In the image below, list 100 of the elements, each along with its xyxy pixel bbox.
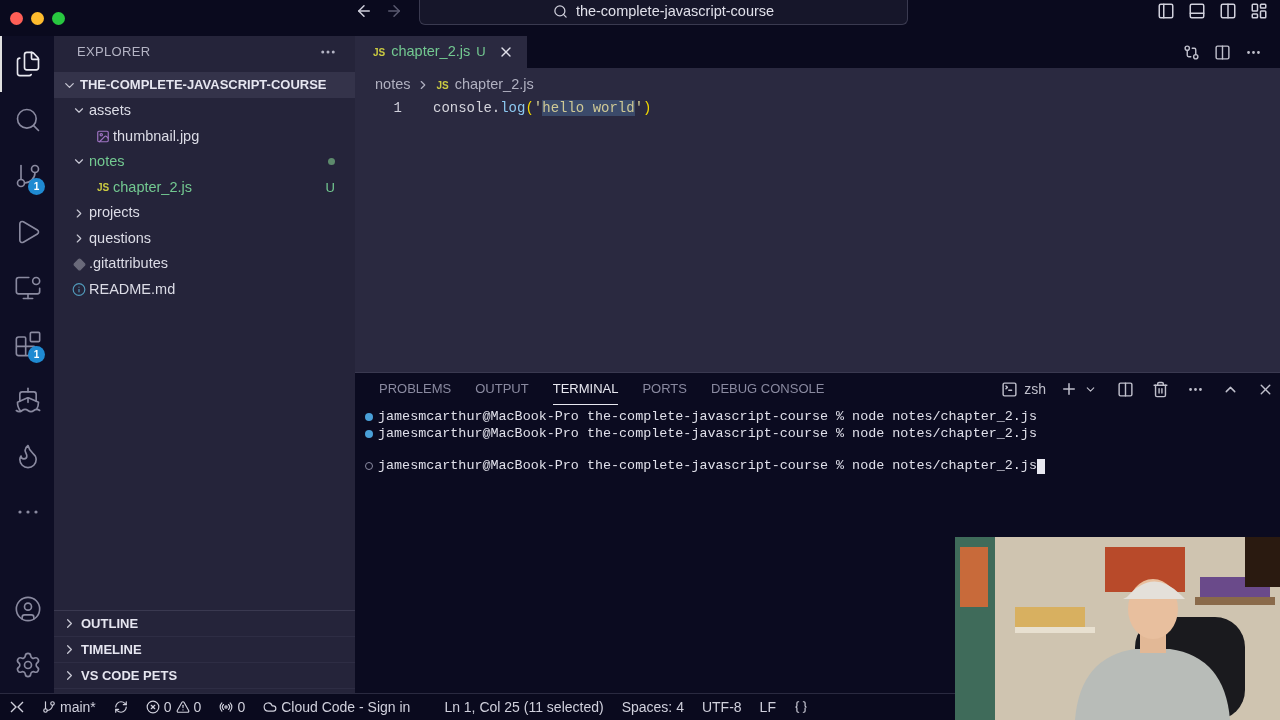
toggle-sidebar-icon[interactable] — [1157, 2, 1175, 20]
image-file-icon — [96, 128, 110, 144]
file-name: .gitattributes — [89, 254, 168, 274]
branch-icon — [42, 700, 56, 714]
maximize-window-button[interactable] — [52, 11, 65, 25]
file-row[interactable]: .gitattributes — [54, 251, 355, 278]
tab-label: chapter_2.js — [391, 42, 471, 62]
terminal-icon — [1001, 380, 1019, 398]
error-count: 0 — [163, 697, 172, 717]
line-number: 1 — [392, 99, 402, 118]
panel-tab[interactable]: OUTPUT — [475, 373, 529, 405]
terminal-shell-tab[interactable]: zsh — [1001, 378, 1046, 400]
breadcrumb-item[interactable]: chapter_2.js — [454, 74, 534, 96]
settings-icon — [14, 651, 42, 679]
folder-name: assets — [89, 100, 131, 120]
editor-tab[interactable]: JS chapter_2.js U — [355, 36, 527, 68]
sidebar-title: EXPLORER — [77, 43, 151, 62]
folder-name: notes — [89, 152, 125, 172]
sync-icon[interactable] — [113, 700, 128, 714]
panel-tab[interactable]: PROBLEMS — [379, 373, 452, 405]
notification-badge: 1 — [28, 346, 45, 363]
folder-name: questions — [89, 228, 152, 248]
folder-name: projects — [89, 203, 140, 223]
breadcrumb-item[interactable]: notes — [375, 74, 411, 96]
toggle-secondary-sidebar-icon[interactable] — [1219, 2, 1237, 20]
minimize-window-button[interactable] — [31, 11, 44, 25]
file-row[interactable]: JS chapter_2.js U — [54, 174, 355, 201]
error-icon — [145, 700, 160, 714]
remote-icon[interactable] — [10, 700, 24, 714]
cloud-status[interactable]: Cloud Code - Sign in — [263, 696, 411, 718]
info-file-icon — [72, 282, 86, 298]
braces-icon[interactable] — [793, 700, 808, 714]
terminal-line: jamesmcarthur@MacBook-Pro the-complete-javascript-course % node notes/chapter_2.js — [378, 457, 1037, 476]
warning-icon — [175, 700, 190, 714]
code-line: console.log('hello world') — [433, 99, 652, 118]
account-icon — [14, 595, 42, 623]
shell-name: zsh — [1024, 379, 1046, 399]
activity-item[interactable]: 1 — [0, 148, 54, 204]
js-file-icon: JS — [96, 180, 110, 196]
remote-monitor-icon — [14, 274, 42, 302]
git-status: U — [325, 178, 335, 197]
broadcast-icon — [219, 700, 234, 714]
ship-icon — [14, 386, 42, 414]
forward-arrow-icon[interactable] — [385, 2, 403, 20]
file-name: thumbnail.jpg — [113, 126, 200, 146]
branch-status[interactable]: main* — [42, 696, 96, 718]
sidebar-section-header[interactable]: VS CODE PETS — [54, 663, 355, 689]
workspace-root-row[interactable]: THE-COMPLETE-JAVASCRIPT-COURSE — [54, 72, 355, 98]
panel-tab[interactable]: PORTS — [642, 373, 687, 405]
folder-row[interactable]: assets — [54, 98, 355, 124]
cloud-icon — [263, 700, 278, 714]
js-file-icon: JS — [436, 77, 449, 93]
status-item[interactable]: LF — [759, 696, 776, 718]
toggle-panel-icon[interactable] — [1188, 2, 1206, 20]
search-icon — [14, 106, 42, 134]
search-icon — [552, 4, 568, 19]
warning-count: 0 — [193, 697, 202, 717]
js-file-icon: JS — [373, 44, 386, 60]
compare-changes-icon[interactable] — [1183, 43, 1200, 61]
close-window-button[interactable] — [10, 11, 23, 25]
window-title: the-complete-javascript-course — [575, 1, 775, 21]
status-item[interactable]: Spaces: 4 — [621, 696, 684, 718]
status-item[interactable]: UTF-8 — [701, 696, 742, 718]
git-status: U — [476, 43, 486, 62]
file-name: chapter_2.js — [113, 177, 192, 197]
more-icon — [18, 510, 38, 514]
section-title: TIMELINE — [81, 640, 142, 659]
new-terminal-icon[interactable] — [1060, 380, 1078, 398]
status-item[interactable]: Ln 1, Col 25 (11 selected) — [444, 696, 604, 718]
source-control-icon — [14, 162, 42, 190]
file-row[interactable]: README.md — [54, 277, 355, 303]
terminal-line: jamesmcarthur@MacBook-Pro the-complete-javascript-course % node notes/chapter_2.js — [378, 408, 1037, 427]
trash-icon[interactable] — [1152, 380, 1169, 398]
panel-tab[interactable]: DEBUG CONSOLE — [711, 373, 825, 405]
branch-name: main* — [60, 697, 96, 717]
section-title: VS CODE PETS — [81, 666, 178, 685]
terminal-line: jamesmcarthur@MacBook-Pro the-complete-javascript-course % node notes/chapter_2.js — [378, 424, 1037, 443]
activity-item[interactable]: 1 — [0, 316, 54, 372]
files-icon — [14, 50, 42, 78]
sidebar-section-header[interactable]: TIMELINE — [54, 637, 355, 663]
ports-status[interactable]: 0 — [219, 696, 246, 718]
folder-row[interactable]: questions — [54, 225, 355, 252]
notification-badge: 1 — [28, 178, 45, 195]
ports-count: 0 — [237, 697, 246, 717]
section-title: OUTLINE — [81, 614, 139, 633]
split-terminal-icon[interactable] — [1117, 380, 1134, 398]
folder-row[interactable]: projects — [54, 200, 355, 226]
cloud-label: Cloud Code - Sign in — [281, 697, 411, 717]
diamond-file-icon — [72, 257, 86, 271]
problems-status[interactable]: 0 0 — [145, 696, 202, 718]
file-row[interactable]: thumbnail.jpg — [54, 123, 355, 150]
file-name: README.md — [89, 280, 176, 300]
extensions-icon — [14, 330, 42, 358]
workspace-name: THE-COMPLETE-JAVASCRIPT-COURSE — [80, 76, 327, 95]
sidebar-section-header[interactable]: OUTLINE — [54, 611, 355, 637]
split-editor-icon[interactable] — [1214, 43, 1231, 61]
panel-tab[interactable]: TERMINAL — [552, 373, 619, 405]
command-center-search[interactable]: the-complete-javascript-course — [419, 0, 908, 25]
customize-layout-icon[interactable] — [1250, 2, 1268, 20]
folder-row[interactable]: notes — [54, 149, 355, 175]
